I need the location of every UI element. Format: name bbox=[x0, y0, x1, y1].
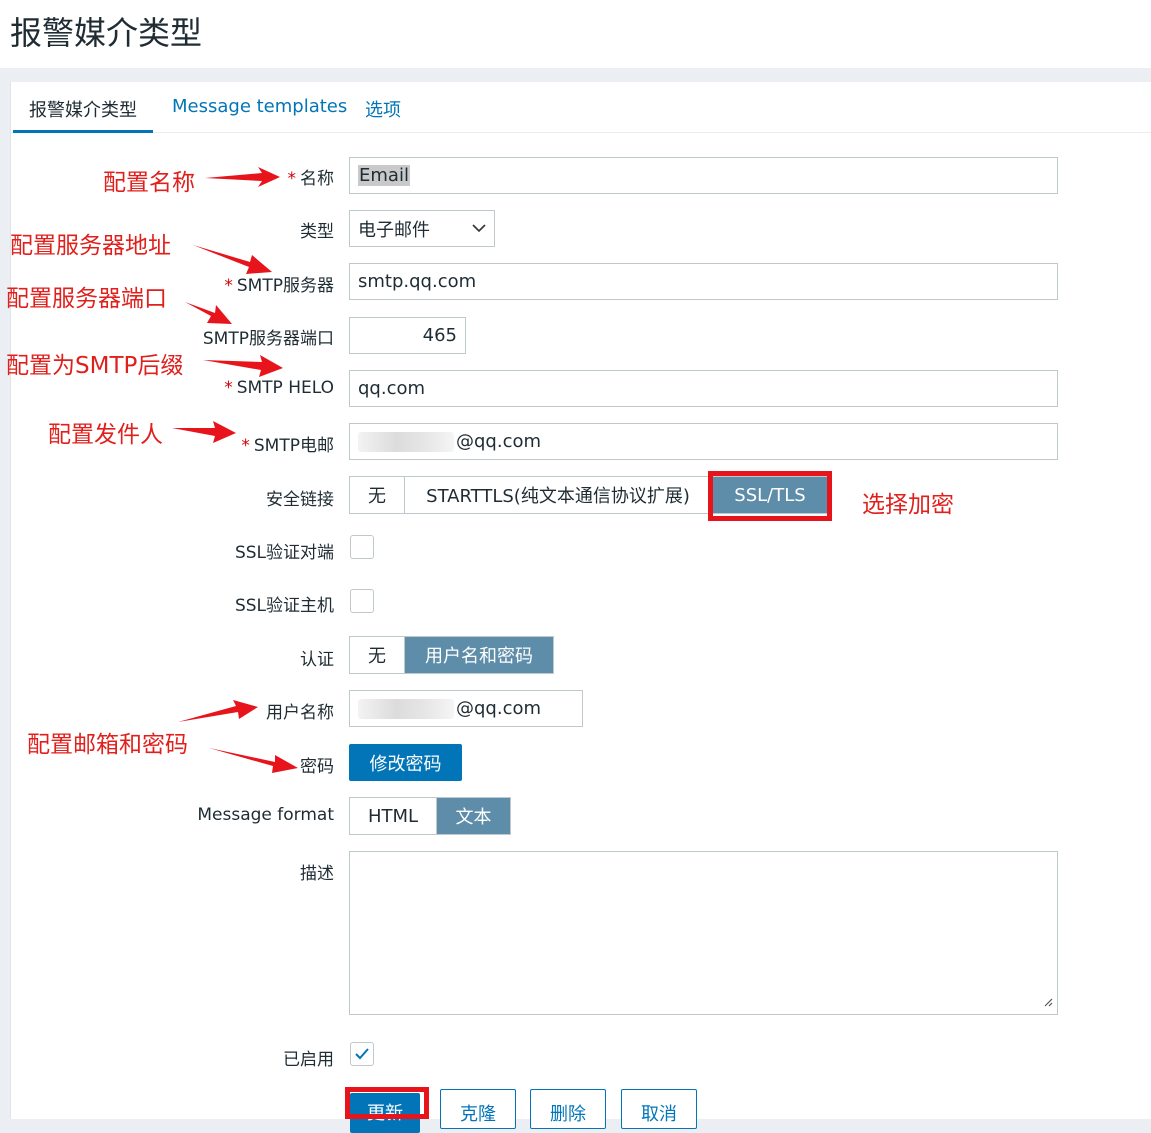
arrow-to-smtp-port bbox=[185, 302, 232, 324]
arrow-to-smtp-server bbox=[193, 245, 272, 274]
annotation-arrows bbox=[172, 167, 298, 773]
arrow-to-username bbox=[178, 700, 258, 722]
arrow-to-smtp-email bbox=[172, 421, 236, 443]
arrow-to-smtp-helo bbox=[203, 355, 283, 377]
arrow-to-password bbox=[209, 748, 298, 773]
arrow-to-name bbox=[205, 167, 280, 187]
